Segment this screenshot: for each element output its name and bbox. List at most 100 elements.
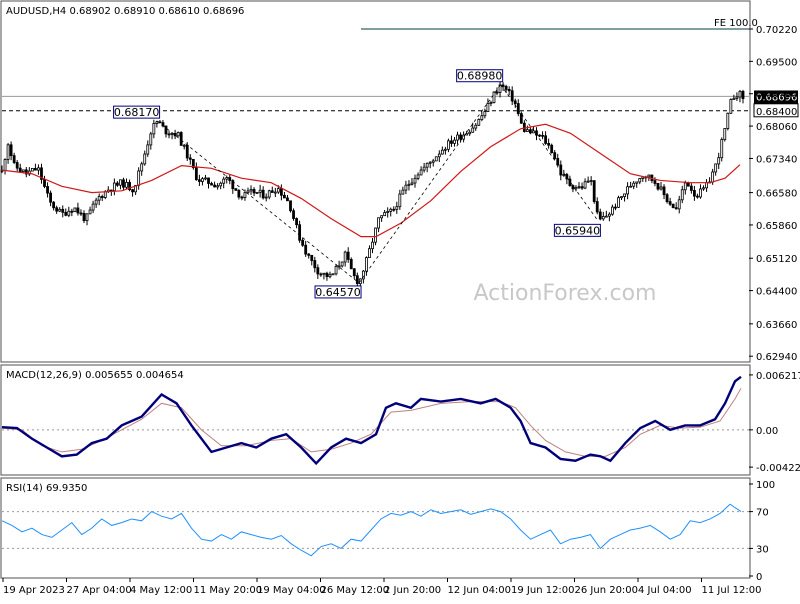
candle-body — [313, 260, 317, 269]
candle-body — [598, 211, 602, 220]
price-y-tick-label: 0.69500 — [756, 57, 797, 68]
macd-y-tick-label: -0.004221 — [756, 463, 800, 474]
candle-body — [173, 132, 177, 137]
candle-body — [289, 200, 292, 212]
candle-body — [422, 166, 426, 171]
candle-body — [595, 201, 599, 213]
candle-body — [273, 191, 277, 194]
rsi-y-tick-label: 70 — [756, 508, 769, 519]
candle-body — [516, 103, 520, 114]
candle-body — [717, 157, 721, 165]
candle-body — [674, 207, 678, 210]
candle-body — [404, 184, 408, 191]
candle-body — [143, 153, 147, 165]
x-tick-label: 19 Apr 2023 — [3, 585, 65, 596]
candle-body — [88, 209, 92, 215]
candle-body — [125, 181, 128, 188]
candle-body — [216, 185, 220, 188]
candle-body — [267, 190, 271, 198]
candle-body — [659, 186, 663, 190]
candle-body — [447, 140, 450, 150]
candle-body — [714, 163, 718, 173]
candle-body — [732, 97, 736, 100]
x-tick-label: 2 Jun 20:00 — [384, 585, 441, 596]
price-y-tick-label: 0.65860 — [756, 221, 797, 232]
candle-body — [601, 216, 605, 220]
candle-body — [617, 197, 620, 208]
candle-body — [149, 133, 153, 146]
candle-body — [440, 149, 444, 155]
candle-body — [456, 134, 459, 141]
candle-body — [34, 167, 37, 171]
dashed-level-label: 0.68400 — [756, 107, 797, 118]
candle-body — [386, 210, 390, 213]
candle-body — [55, 207, 59, 212]
candle-body — [82, 212, 86, 222]
candle-body — [286, 197, 289, 202]
candle-body — [61, 208, 65, 213]
price-y-tick-label: 0.70220 — [756, 25, 797, 36]
candle-body — [146, 144, 150, 155]
candle-body — [94, 199, 98, 205]
candle-body — [450, 140, 453, 144]
pivot-label: 0.65940 — [555, 224, 601, 237]
candle-body — [647, 174, 651, 178]
candle-body — [349, 259, 353, 270]
candle-body — [383, 212, 387, 217]
candle-body — [693, 190, 696, 197]
candle-body — [735, 96, 739, 99]
x-tick-label: 11 May 20:00 — [194, 585, 263, 596]
candle-body — [571, 185, 575, 190]
price-panel-title: AUDUSD,H4 0.68902 0.68910 0.68610 0.6869… — [6, 6, 244, 17]
candle-body — [301, 239, 305, 246]
candle-body — [607, 213, 611, 217]
candle-body — [416, 174, 420, 179]
candle-body — [389, 208, 393, 212]
macd-panel-title: MACD(12,26,9) 0.005655 0.004654 — [6, 370, 184, 381]
candle-body — [46, 186, 49, 194]
candle-body — [258, 189, 262, 193]
candle-body — [453, 139, 456, 144]
candle-body — [237, 189, 241, 198]
candle-body — [547, 142, 551, 146]
x-tick-label: 26 May 12:00 — [321, 585, 390, 596]
watermark: ActionForex.com — [474, 281, 657, 306]
candle-body — [307, 253, 311, 256]
macd-y-tick-label: 0.006217 — [756, 371, 800, 382]
candle-body — [377, 217, 380, 229]
pivot-label: 0.68170 — [114, 106, 160, 119]
candle-body — [6, 144, 10, 160]
candle-body — [371, 241, 374, 250]
candle-body — [112, 182, 116, 192]
candle-body — [501, 84, 505, 87]
candle-body — [131, 189, 134, 193]
candle-body — [201, 178, 204, 182]
candle-body — [176, 132, 180, 137]
candle-body — [741, 90, 745, 100]
chart-svg: ActionForex.com AUDUSD,H4 0.68902 0.6891… — [0, 0, 800, 600]
candle-body — [696, 195, 699, 198]
candle-body — [188, 157, 192, 160]
candle-body — [328, 273, 332, 278]
candle-body — [3, 159, 7, 171]
candle-body — [550, 144, 554, 154]
candle-body — [243, 192, 247, 198]
candle-body — [483, 111, 487, 117]
chart-figure: ActionForex.com AUDUSD,H4 0.68902 0.6891… — [0, 0, 800, 600]
candle-body — [30, 167, 34, 172]
candle-body — [140, 163, 144, 172]
candle-body — [680, 189, 684, 201]
candle-body — [689, 185, 693, 191]
candle-body — [668, 201, 672, 205]
candle-body — [64, 211, 68, 216]
candle-body — [638, 178, 642, 183]
candle-body — [58, 208, 62, 212]
candle-body — [331, 273, 335, 276]
candle-body — [683, 182, 687, 191]
candle-body — [325, 272, 329, 278]
candle-body — [504, 85, 508, 90]
candle-body — [116, 182, 119, 186]
candle-body — [197, 179, 201, 182]
candle-body — [419, 169, 423, 176]
candle-body — [671, 203, 675, 209]
